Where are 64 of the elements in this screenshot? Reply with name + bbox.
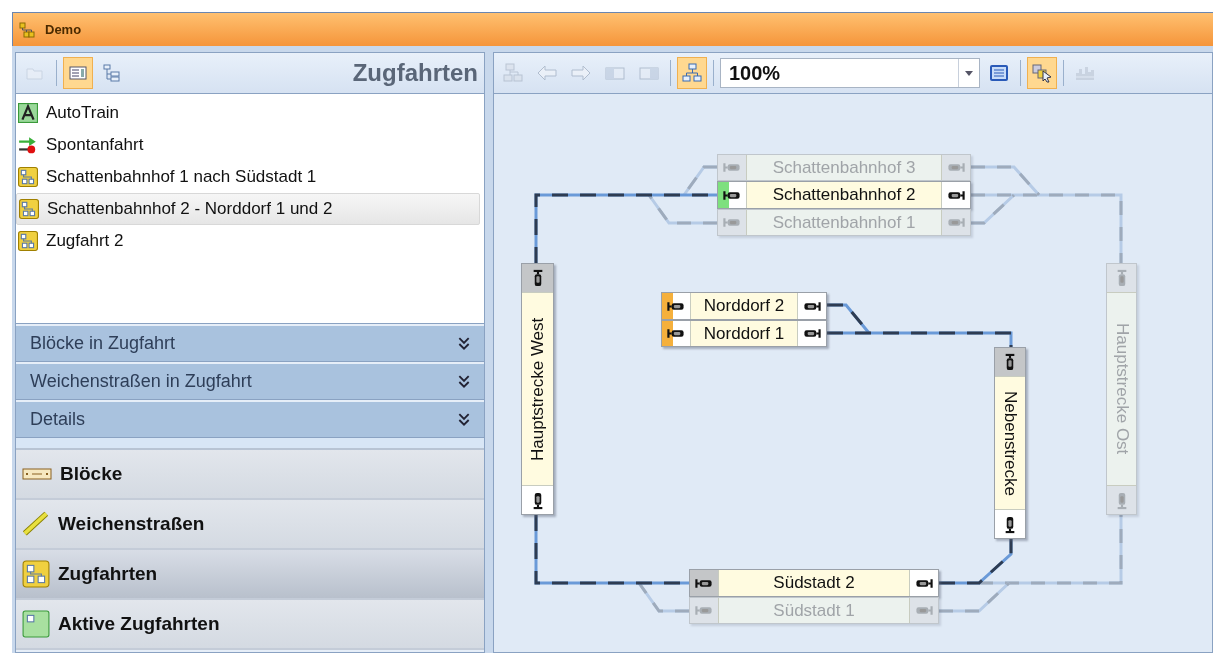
window-icon xyxy=(988,63,1010,83)
section-header[interactable]: Weichenstraßen in Zugfahrt xyxy=(16,364,484,400)
track-block[interactable]: Hauptstrecke West xyxy=(521,263,554,515)
chevron-icon xyxy=(458,412,470,427)
route-list-item[interactable]: Spontanfahrt xyxy=(16,129,480,161)
signal-icon xyxy=(1003,515,1017,533)
nav-item[interactable]: Weichenstraßen xyxy=(16,500,484,550)
zoom-dropdown[interactable]: 100% xyxy=(720,58,980,88)
route-list-item[interactable]: AutoTrain xyxy=(16,97,480,129)
signal-icon xyxy=(915,604,933,617)
signal-icon xyxy=(947,188,965,202)
signal-icon xyxy=(1003,353,1017,371)
layout-button[interactable] xyxy=(677,57,707,89)
table-icon xyxy=(22,610,50,638)
signal-icon xyxy=(667,299,685,313)
route-list-item[interactable]: Zugfahrt 2 xyxy=(16,225,480,257)
letter-a-icon xyxy=(18,103,38,123)
select-button[interactable] xyxy=(1027,57,1057,89)
list-view-button[interactable] xyxy=(63,57,93,89)
nav-item[interactable]: Blöcke xyxy=(16,450,484,500)
signal-icon xyxy=(667,327,685,340)
track-block[interactable]: Norddorf 1 xyxy=(661,320,827,347)
signal-icon xyxy=(915,576,933,590)
signal-icon xyxy=(531,491,544,509)
signal-icon xyxy=(947,161,965,174)
signal-icon xyxy=(803,299,821,313)
signal-icon xyxy=(723,161,741,174)
signal-icon xyxy=(695,576,713,590)
chevron-icon xyxy=(458,374,470,389)
window-title: Demo xyxy=(45,22,82,37)
caret-icon xyxy=(965,70,973,76)
route-list-item[interactable]: Schattenbahnhof 2 - Norddorf 1 und 2 xyxy=(16,193,480,225)
right-arrow-icon xyxy=(570,63,592,83)
block-icon xyxy=(22,467,52,481)
signal-icon xyxy=(723,188,741,202)
cursor-icon xyxy=(1031,63,1053,83)
flowchart-icon xyxy=(19,199,39,219)
track-block[interactable]: Südstadt 2 xyxy=(689,569,939,597)
track-block[interactable]: Norddorf 2 xyxy=(661,292,827,320)
nav-item[interactable]: Aktive Zugfahrten xyxy=(16,600,484,650)
chevron-icon xyxy=(458,336,470,351)
signal-icon xyxy=(723,216,741,229)
list-icon xyxy=(68,63,88,83)
signal-icon xyxy=(531,269,544,287)
signal-icon xyxy=(1115,491,1128,509)
left-arrow-icon xyxy=(536,63,558,83)
section-header[interactable]: Details xyxy=(16,402,484,438)
ruler-icon xyxy=(22,510,50,538)
flowchart-icon xyxy=(22,560,50,588)
route-list-item[interactable]: Schattenbahnhof 1 nach Südstadt 1 xyxy=(16,161,480,193)
panel-title: Zugfahrten xyxy=(352,59,479,87)
tree-icon xyxy=(102,63,122,83)
signal-icon xyxy=(1115,269,1128,287)
section-header[interactable]: Blöcke in Zugfahrt xyxy=(16,326,484,362)
signal-icon xyxy=(947,216,965,229)
signal-icon xyxy=(803,327,821,340)
nav-item[interactable]: Zugfahrten xyxy=(16,550,484,600)
track-block[interactable]: Schattenbahnhof 2 xyxy=(717,181,971,209)
flowchart-icon xyxy=(502,63,524,83)
flowchart-icon xyxy=(19,21,35,38)
signal-icon xyxy=(695,604,713,617)
arrow-signal-icon xyxy=(18,135,38,155)
track-block[interactable]: Nebenstrecke xyxy=(994,347,1026,539)
flowchart-icon xyxy=(681,63,703,83)
